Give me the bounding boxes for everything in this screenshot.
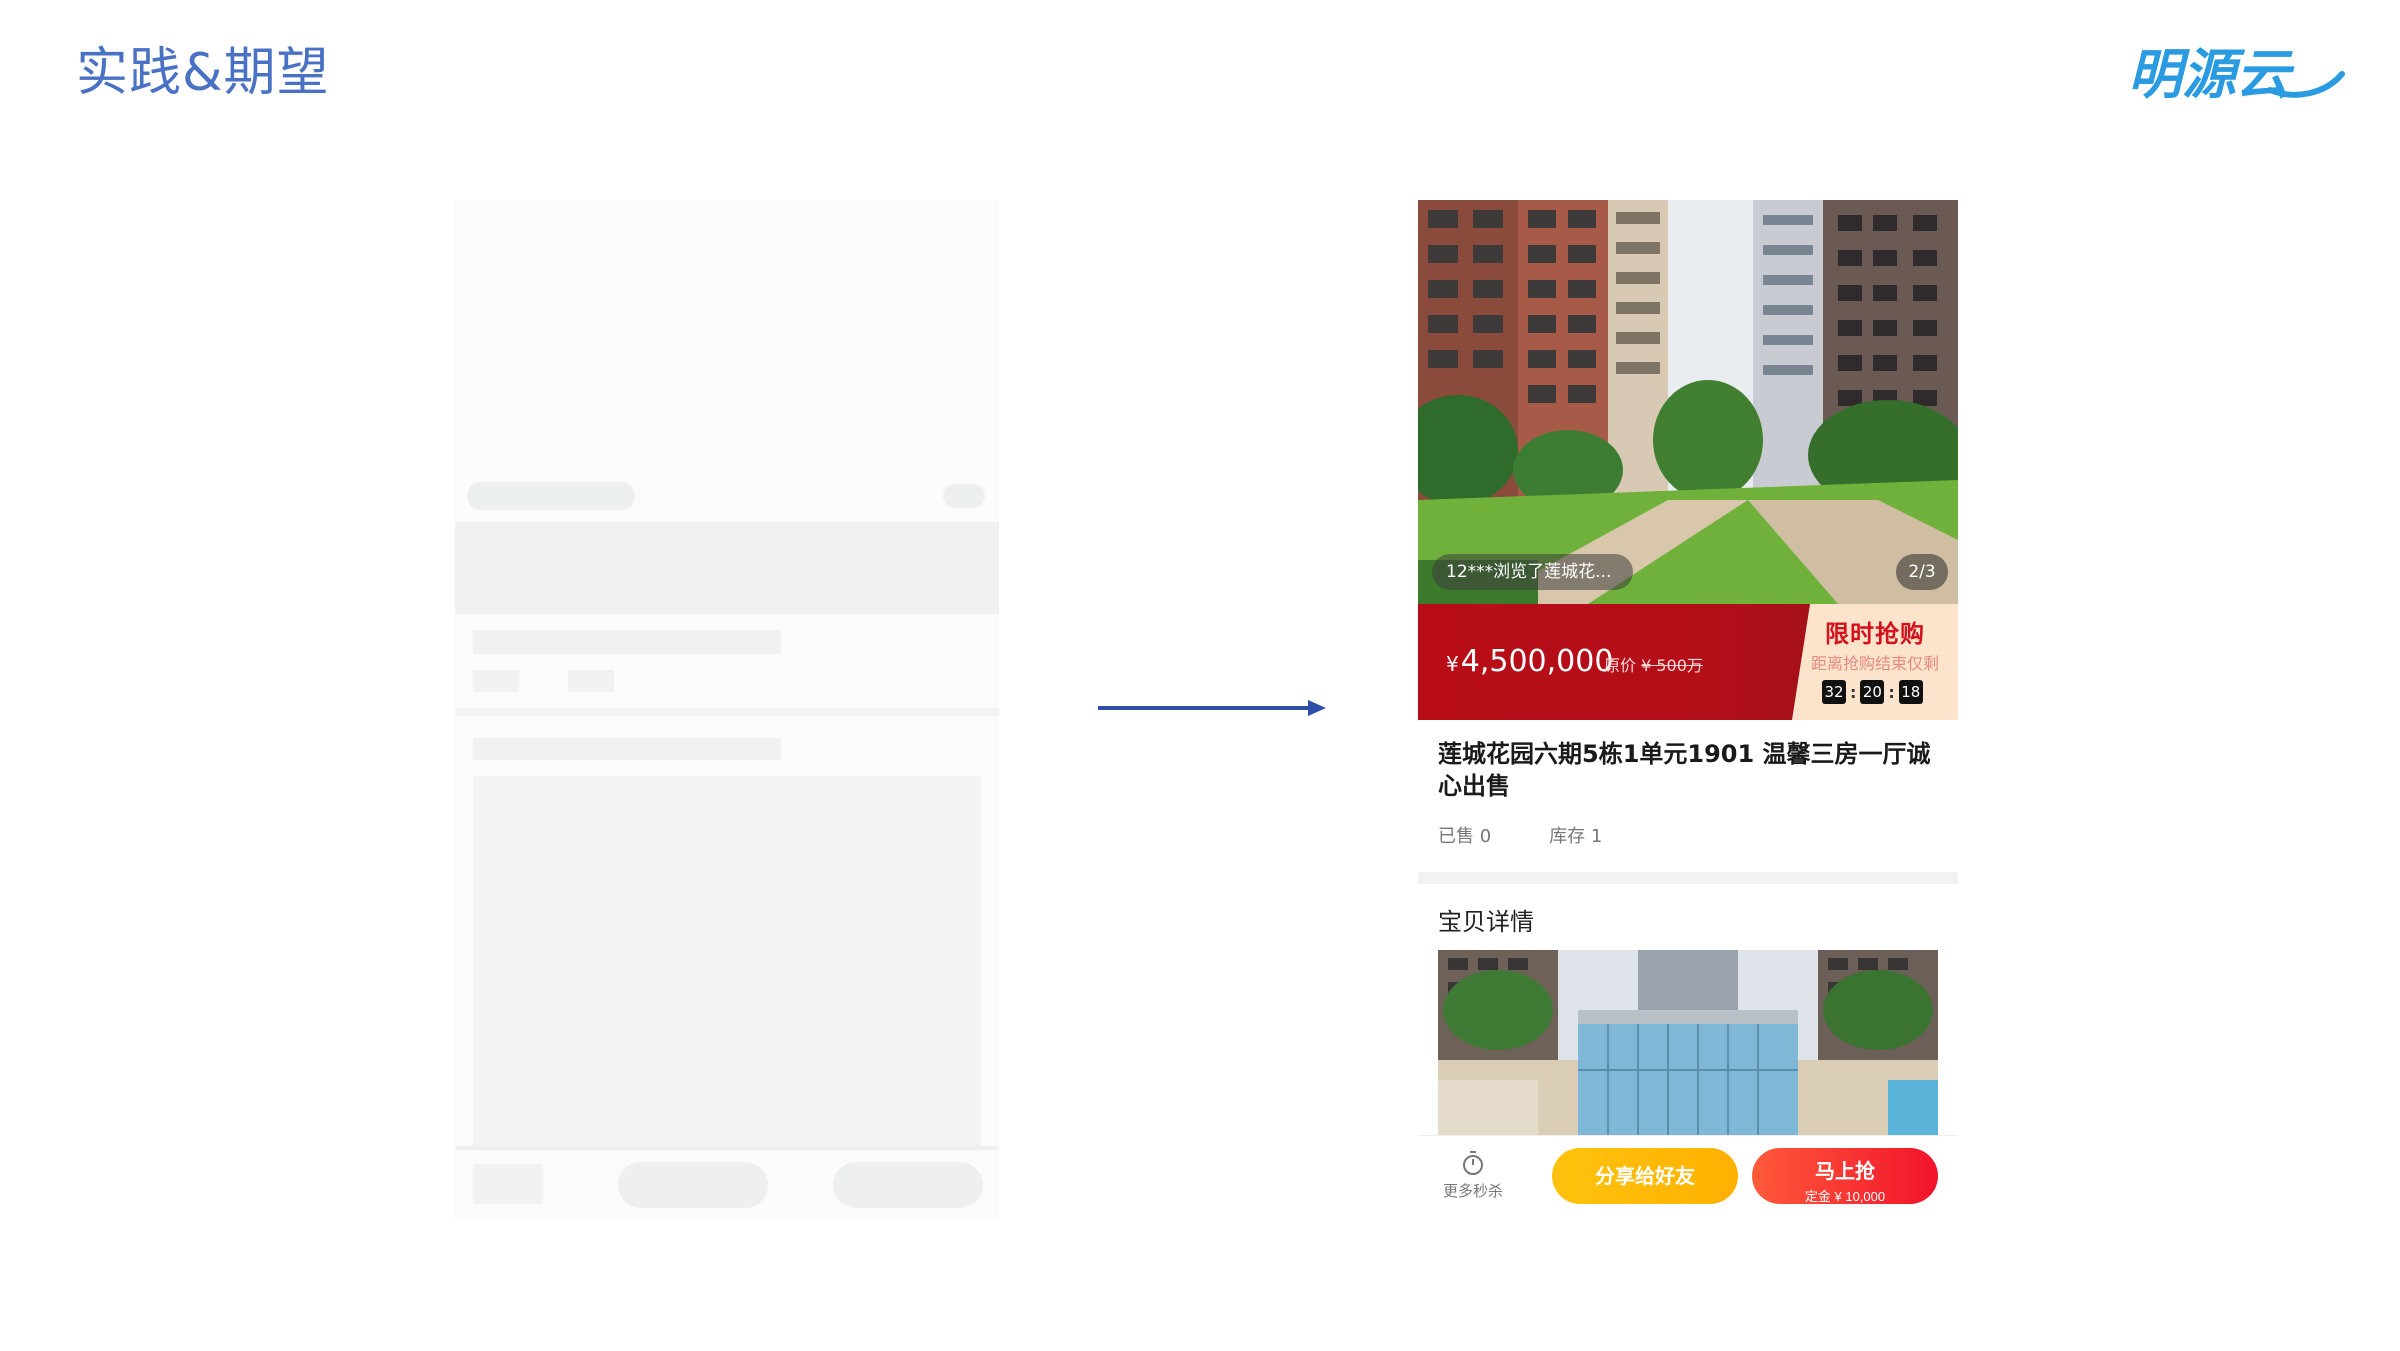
flash-sale-subtitle: 距离抢购结束仅剩 (1810, 654, 1939, 673)
skeleton-icon (473, 1164, 543, 1204)
sale-price: ¥4,500,000 (1446, 644, 1613, 679)
product-title: 莲城花园六期5栋1单元1901 温馨三房一厅诚心出售 (1438, 740, 1931, 800)
stopwatch-icon (1463, 1151, 1483, 1175)
skeleton-button (618, 1162, 768, 1208)
section-divider (1418, 872, 1958, 884)
stock-count: 库存 1 (1549, 826, 1603, 847)
countdown-timer: 32 : 20 : 18 (1822, 680, 1923, 704)
viewer-notice: 12***浏览了莲城花... (1432, 554, 1634, 590)
skeleton-pill (943, 484, 985, 508)
detail-image[interactable] (1438, 950, 1938, 1140)
skeleton-stat (473, 670, 519, 692)
more-flash-sales-label: 更多秒杀 (1442, 1182, 1503, 1200)
skeleton-screen (455, 200, 999, 1220)
deposit-label: 定金 ¥ 10,000 (1804, 1189, 1886, 1204)
countdown-seconds: 18 (1898, 680, 1923, 704)
product-stats: 已售 0 库存 1 (1438, 822, 1602, 848)
currency-symbol: ¥ (1446, 652, 1459, 676)
slide-title: 实践&期望 (76, 43, 330, 103)
price-band: ¥4,500,000 原价 ¥ 500万 限时抢购 距离抢购结束仅剩 32 : … (1418, 604, 1958, 720)
countdown-separator: : (1888, 682, 1895, 702)
original-price-label: 原价 (1604, 656, 1637, 675)
skeleton-price-block (455, 522, 999, 614)
skeleton-title-line (473, 630, 781, 654)
hero-image[interactable] (1418, 200, 1958, 604)
skeleton-stat (568, 670, 614, 692)
flash-sale-panel: 限时抢购 距离抢购结束仅剩 32 : 20 : 18 (1792, 604, 1958, 720)
product-page: 12***浏览了莲城花... 2/3 ¥4,500,000 原价 ¥ 500万 … (1418, 200, 1958, 1215)
countdown-minutes: 20 (1860, 680, 1885, 704)
buy-now-button[interactable]: 马上抢 定金 ¥ 10,000 (1752, 1148, 1938, 1204)
countdown-hours: 32 (1822, 680, 1846, 704)
flash-sale-title: 限时抢购 (1825, 620, 1925, 648)
sale-price-amount: 4,500,000 (1460, 644, 1614, 679)
image-counter: 2/3 (1896, 554, 1948, 590)
share-button[interactable]: 分享给好友 (1552, 1148, 1738, 1204)
bottom-action-bar: 更多秒杀 分享给好友 马上抢 定金 ¥ 10,000 (1418, 1135, 1958, 1215)
skeleton-image-block (473, 776, 981, 1146)
brand-logo: 明源云 (2120, 28, 2350, 106)
skeleton-bar-divider (455, 1146, 999, 1150)
original-price-value: ¥ 500万 (1641, 656, 1703, 675)
transition-arrow-icon (1098, 700, 1326, 716)
original-price: 原价 ¥ 500万 (1604, 652, 1703, 676)
skeleton-heading-line (473, 738, 781, 760)
buy-now-label: 马上抢 (1815, 1161, 1875, 1183)
skeleton-divider (455, 708, 999, 716)
sold-count: 已售 0 (1438, 826, 1492, 847)
skeleton-pill (467, 482, 635, 510)
more-flash-sales-button[interactable]: 更多秒杀 (1438, 1150, 1508, 1201)
logo-swoosh-icon (2267, 71, 2345, 98)
countdown-separator: : (1850, 682, 1857, 702)
skeleton-button (833, 1162, 983, 1208)
detail-heading: 宝贝详情 (1438, 908, 1534, 936)
